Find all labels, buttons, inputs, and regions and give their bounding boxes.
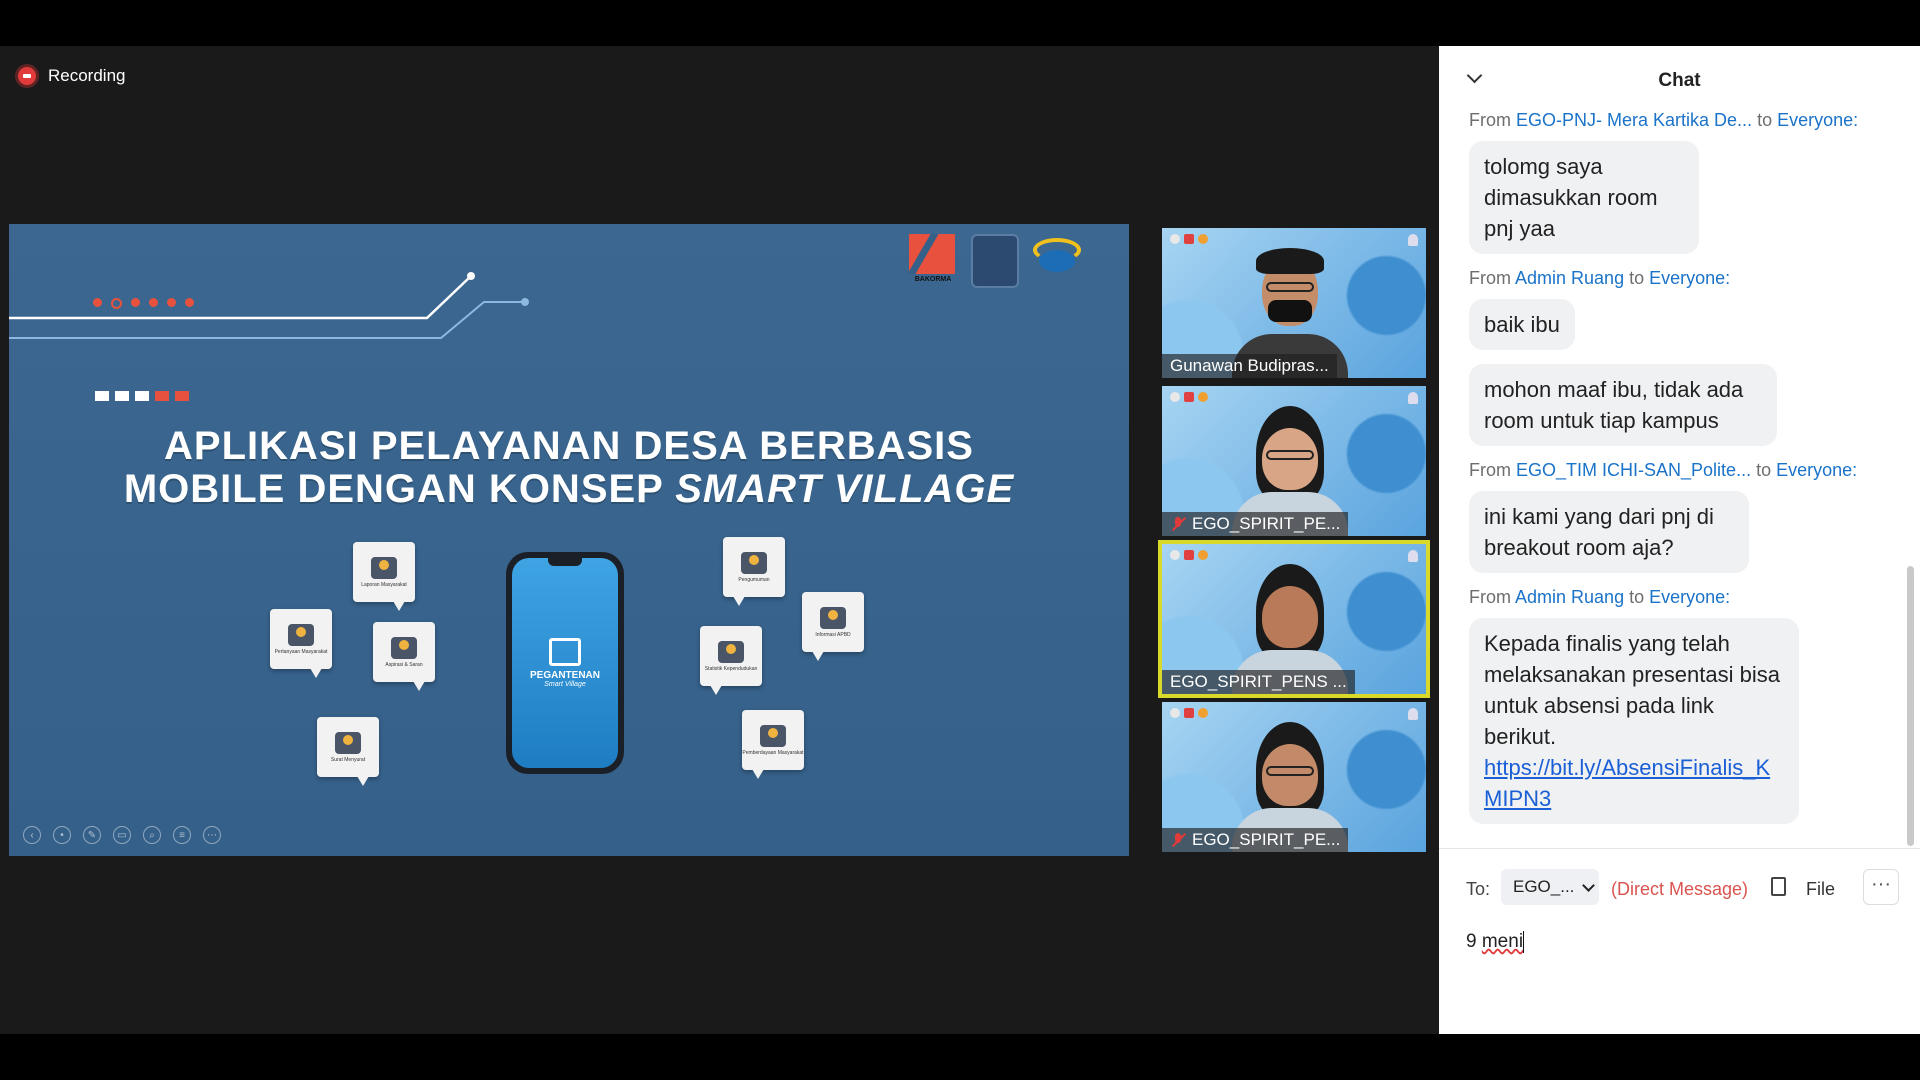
app-name: PEGANTENAN — [529, 670, 600, 681]
chat-header: Chat — [1439, 46, 1920, 102]
tile-status-icons — [1170, 234, 1208, 244]
bottom-black-bar — [0, 1034, 1920, 1080]
chevron-down-icon — [1582, 878, 1596, 892]
participant-options-icon[interactable] — [1408, 392, 1418, 404]
participant-name: Gunawan Budipras... — [1162, 354, 1337, 378]
feature-bubble: Surat Menyurat — [317, 717, 379, 786]
subtitle-icon[interactable]: ≡ — [173, 826, 191, 844]
sponsor-logos: BAKORMA — [909, 234, 1085, 288]
more-options-button[interactable]: ··· — [1863, 869, 1899, 905]
participant-options-icon[interactable] — [1408, 550, 1418, 562]
bakorma-logo-text: BAKORMA — [914, 276, 952, 283]
top-black-bar — [0, 0, 1920, 46]
prev-slide-icon[interactable]: ‹ — [23, 826, 41, 844]
chat-scrollbar[interactable] — [1907, 566, 1914, 846]
mic-muted-icon — [1170, 832, 1186, 848]
chat-compose: To: EGO_... (Direct Message) File ··· 9 … — [1439, 848, 1920, 1035]
recording-indicator[interactable]: Recording — [18, 66, 126, 86]
participant-name: EGO_SPIRIT_PENS ... — [1162, 670, 1355, 694]
slide-toolbar: ‹ • ✎ ▭ ⌕ ≡ ⋯ — [23, 826, 221, 844]
feature-bubble: Pemberdayaan Masyarakat — [742, 710, 804, 779]
slides-icon[interactable]: ▭ — [113, 826, 131, 844]
tile-status-icons — [1170, 550, 1208, 560]
participant-options-icon[interactable] — [1408, 234, 1418, 246]
participant-tile-active-speaker[interactable]: EGO_SPIRIT_PENS ... — [1158, 540, 1430, 698]
file-button[interactable]: File — [1806, 879, 1835, 900]
zoom-icon[interactable]: ⌕ — [143, 826, 161, 844]
participant-name: EGO_SPIRIT_PE... — [1162, 828, 1349, 852]
participant-options-icon[interactable] — [1408, 708, 1418, 720]
shared-screen-slide: BAKORMA APLIKASI PELAYANAN DESA BERBASIS… — [9, 224, 1129, 856]
tile-status-icons — [1170, 392, 1208, 402]
message-sender-line: From Admin Ruang to Everyone: — [1469, 587, 1731, 607]
mic-muted-icon — [1170, 516, 1186, 532]
message-sender-line: From EGO_TIM ICHI-SAN_Polite... to Every… — [1469, 460, 1858, 480]
recording-label: Recording — [48, 66, 126, 85]
message-sender-line: From EGO-PNJ- Mera Kartika De... to Ever… — [1469, 110, 1859, 130]
chat-message: tolomg saya dimasukkan room pnj yaa — [1469, 141, 1699, 254]
chat-message: Kepada finalis yang telah melaksanakan p… — [1469, 618, 1799, 824]
absensi-link[interactable]: https://bit.ly/AbsensiFinalis_KMIPN3 — [1484, 755, 1770, 811]
participant-tile[interactable]: EGO_SPIRIT_PE... — [1162, 386, 1426, 536]
pens-logo — [1033, 234, 1085, 284]
message-sender-line: From Admin Ruang to Everyone: — [1469, 268, 1731, 288]
chat-input[interactable]: 9 meni — [1466, 931, 1525, 953]
chat-message: baik ibu — [1469, 299, 1575, 350]
participant-name: EGO_SPIRIT_PE... — [1162, 512, 1349, 536]
slide-squares — [95, 391, 189, 401]
face-mask — [1268, 300, 1312, 322]
pen-icon[interactable]: ✎ — [83, 826, 101, 844]
slide-title-line2: MOBILE DENGAN KONSEP SMART VILLAGE — [123, 467, 1015, 511]
direct-message-label: (Direct Message) — [1611, 879, 1749, 899]
participant-tile[interactable]: EGO_SPIRIT_PE... — [1162, 702, 1426, 852]
feature-bubble: Informasi APBD — [802, 592, 864, 661]
crest-logo — [971, 234, 1019, 288]
feature-bubble: Statistik Kependudukan — [700, 626, 762, 695]
slide-dots — [93, 298, 194, 309]
recipient-dropdown[interactable]: EGO_... — [1501, 869, 1599, 905]
participant-tile[interactable]: Gunawan Budipras... — [1162, 228, 1426, 378]
chat-message: ini kami yang dari pnj di breakout room … — [1469, 491, 1749, 573]
app-tagline: Smart Village — [544, 681, 586, 688]
slide-title-line1: APLIKASI PELAYANAN DESA BERBASIS — [164, 424, 974, 468]
feature-bubble: Aspirasi & Saran — [373, 622, 435, 691]
chat-messages[interactable]: From EGO-PNJ- Mera Kartika De... to Ever… — [1469, 110, 1889, 838]
app-logo-icon — [549, 638, 581, 666]
feature-bubble: Laporan Masyarakat — [353, 542, 415, 611]
more-icon[interactable]: ⋯ — [203, 826, 221, 844]
to-label: To: — [1466, 879, 1491, 899]
phone-mockup: PEGANTENAN Smart Village — [506, 552, 624, 774]
feature-bubble: Pengumuman — [723, 537, 785, 606]
tile-status-icons — [1170, 708, 1208, 718]
chat-title: Chat — [1658, 70, 1701, 91]
recording-icon — [18, 67, 36, 85]
chat-panel: Chat From EGO-PNJ- Mera Kartika De... to… — [1439, 46, 1920, 1034]
feature-bubble: Pertanyaan Masyarakat — [270, 609, 332, 678]
meeting-area: Recording BAKORMA APLIKASI PELAYANAN DES… — [0, 46, 1439, 1034]
file-icon[interactable] — [1771, 877, 1786, 896]
bakorma-logo: BAKORMA — [909, 234, 957, 286]
pointer-icon[interactable]: • — [53, 826, 71, 844]
chat-message: mohon maaf ibu, tidak ada room untuk tia… — [1469, 364, 1777, 446]
